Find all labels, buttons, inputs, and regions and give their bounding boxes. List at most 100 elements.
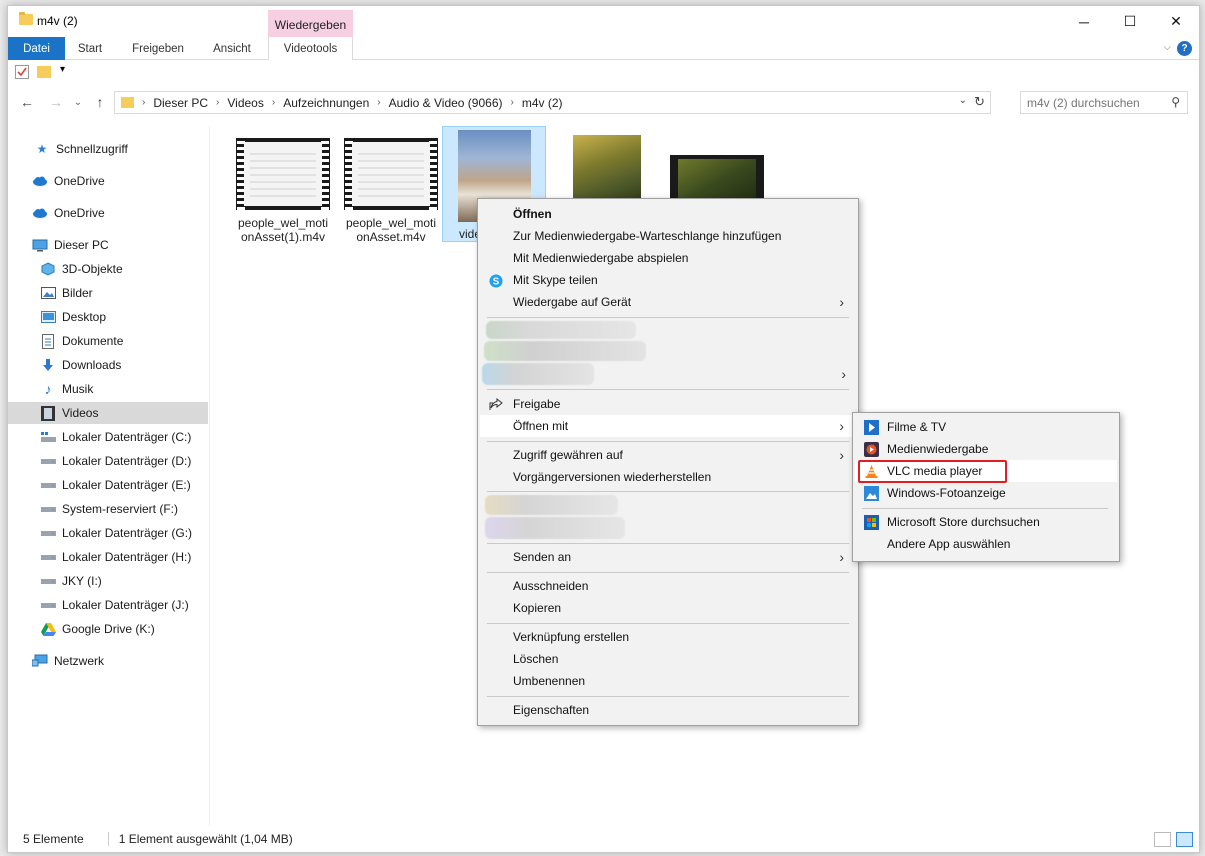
submenu-item-photo-viewer[interactable]: Windows-Fotoanzeige [855, 482, 1117, 504]
context-tab-header: Wiedergeben [268, 10, 353, 39]
chevron-right-icon: › [839, 294, 844, 310]
context-menu: Öffnen Zur Medienwiedergabe-Warteschlang… [477, 198, 859, 726]
chevron-right-icon: › [841, 366, 846, 382]
submenu-item-store[interactable]: Microsoft Store durchsuchen [855, 511, 1117, 533]
highlight-box [858, 460, 1007, 483]
menu-item-restore[interactable]: Vorgängerversionen wiederherstellen [480, 466, 856, 488]
file-name: people_wel_moti [345, 216, 437, 230]
breadcrumb-item[interactable]: Audio & Video (9066) [389, 96, 503, 110]
menu-item-open[interactable]: Öffnen [480, 203, 856, 225]
sidebar-item-netzwerk[interactable]: Netzwerk [8, 650, 208, 672]
forward-arrow-icon[interactable]: → [47, 93, 65, 111]
customize-toolbar-icon[interactable]: ▾ [60, 64, 74, 78]
google-drive-icon [40, 622, 56, 636]
sidebar-item-onedrive-2[interactable]: OneDrive [8, 202, 208, 224]
submenu-item-media-player[interactable]: Medienwiedergabe [855, 438, 1117, 460]
sidebar-item-drive-h[interactable]: Lokaler Datenträger (H:) [8, 546, 208, 568]
sidebar-item-drive-c[interactable]: Lokaler Datenträger (C:) [8, 426, 208, 448]
search-icon: ⚲ [1171, 95, 1180, 109]
sidebar-item-downloads[interactable]: Downloads [8, 354, 208, 376]
sidebar-item-drive-d[interactable]: Lokaler Datenträger (D:) [8, 450, 208, 472]
menu-item-properties[interactable]: Eigenschaften [480, 699, 856, 721]
tab-videotools[interactable]: Videotools [268, 37, 353, 60]
video-icon [40, 405, 56, 421]
menu-item-open-with[interactable]: Öffnen mit › [480, 415, 856, 437]
sidebar-item-drive-i[interactable]: JKY (I:) [8, 570, 208, 592]
help-button[interactable]: ? [1177, 41, 1192, 56]
details-view-icon[interactable] [1154, 832, 1171, 847]
menu-item-delete[interactable]: Löschen [480, 648, 856, 670]
menu-item-copy[interactable]: Kopieren [480, 597, 856, 619]
quick-access-toolbar: ▾ [8, 61, 1199, 85]
file-name: onAsset(1).m4v [240, 230, 326, 244]
sidebar-item-drive-e[interactable]: Lokaler Datenträger (E:) [8, 474, 208, 496]
address-bar[interactable]: › Dieser PC › Videos › Aufzeichnungen › … [114, 91, 991, 114]
menu-item-add-queue[interactable]: Zur Medienwiedergabe-Warteschlange hinzu… [480, 225, 856, 247]
chevron-down-icon[interactable]: ⌄ [959, 95, 967, 106]
video-thumbnail[interactable] [573, 135, 641, 205]
sidebar-item-videos[interactable]: Videos [8, 402, 208, 424]
cloud-icon [32, 174, 48, 188]
menu-item-skype[interactable]: S Mit Skype teilen [480, 269, 856, 291]
music-icon: ♪ [44, 381, 52, 397]
chevron-right-icon: › [839, 418, 844, 434]
sidebar-item-onedrive[interactable]: OneDrive [8, 170, 208, 192]
sidebar-item-3d-objekte[interactable]: 3D-Objekte [8, 258, 208, 280]
sidebar-item-dieser-pc[interactable]: Dieser PC [8, 234, 208, 256]
menu-item-share[interactable]: Freigabe [480, 393, 856, 415]
maximize-button[interactable]: ☐ [1107, 6, 1153, 37]
sidebar-item-google-drive[interactable]: Google Drive (K:) [8, 618, 208, 640]
chevron-down-icon[interactable]: ⌵ [1163, 42, 1171, 53]
sidebar-item-bilder[interactable]: Bilder [8, 282, 208, 304]
breadcrumb-item[interactable]: Videos [227, 96, 263, 110]
close-button[interactable]: ✕ [1153, 6, 1199, 37]
breadcrumb-item[interactable]: Aufzeichnungen [283, 96, 369, 110]
recent-locations-icon[interactable]: ⌄ [69, 93, 87, 111]
menu-item-play-media[interactable]: Mit Medienwiedergabe abspielen [480, 247, 856, 269]
large-icons-view-icon[interactable] [1176, 832, 1193, 847]
sidebar-item-desktop[interactable]: Desktop [8, 306, 208, 328]
menu-item-create-shortcut[interactable]: Verknüpfung erstellen [480, 626, 856, 648]
search-input[interactable] [1027, 95, 1167, 110]
menu-item-give-access[interactable]: Zugriff gewähren auf › [480, 444, 856, 466]
sidebar-item-drive-g[interactable]: Lokaler Datenträger (G:) [8, 522, 208, 544]
folder-icon [19, 12, 33, 25]
properties-icon[interactable] [15, 65, 29, 79]
menu-item-cut[interactable]: Ausschneiden [480, 575, 856, 597]
sidebar-item-musik[interactable]: ♪ Musik [8, 378, 208, 400]
file-item[interactable]: people_wel_moti onAsset.m4v [339, 134, 443, 244]
tab-ansicht[interactable]: Ansicht [201, 37, 263, 60]
sidebar-item-drive-f[interactable]: System-reserviert (F:) [8, 498, 208, 520]
menu-item-cast[interactable]: Wiedergabe auf Gerät › [480, 291, 856, 313]
file-item[interactable]: people_wel_moti onAsset(1).m4v [231, 134, 335, 244]
breadcrumb-item[interactable]: m4v (2) [522, 96, 563, 110]
blurred-menu-item [484, 341, 646, 361]
submenu-item-films-tv[interactable]: Filme & TV [855, 416, 1117, 438]
menu-item-rename[interactable]: Umbenennen [480, 670, 856, 692]
cloud-icon [32, 206, 48, 220]
address-row: ← → ⌄ ↑ › Dieser PC › Videos › Aufzeichn… [8, 88, 1199, 118]
video-thumbnail [236, 138, 330, 210]
tab-start[interactable]: Start [65, 37, 115, 60]
submenu-item-other-app[interactable]: Andere App auswählen [855, 533, 1117, 555]
tab-datei[interactable]: Datei [8, 37, 65, 60]
drive-icon [40, 454, 56, 468]
skype-icon: S [488, 273, 503, 288]
store-icon [864, 515, 879, 530]
up-arrow-icon[interactable]: ↑ [91, 93, 109, 111]
breadcrumb-item[interactable]: Dieser PC [153, 96, 208, 110]
menu-item-send-to[interactable]: Senden an › [480, 546, 856, 568]
minimize-button[interactable]: ─ [1061, 6, 1107, 37]
back-arrow-icon[interactable]: ← [18, 93, 36, 111]
sidebar-item-dokumente[interactable]: Dokumente [8, 330, 208, 352]
new-folder-icon[interactable] [37, 66, 51, 78]
tab-freigeben[interactable]: Freigeben [120, 37, 196, 60]
sidebar-item-schnellzugriff[interactable]: ★ Schnellzugriff [8, 138, 208, 160]
share-icon [488, 397, 503, 412]
sidebar-item-drive-j[interactable]: Lokaler Datenträger (J:) [8, 594, 208, 616]
search-box[interactable]: ⚲ [1020, 91, 1188, 114]
blurred-menu-item [485, 495, 618, 515]
selection-info: 1 Element ausgewählt (1,04 MB) [107, 832, 293, 846]
refresh-icon[interactable]: ↻ [974, 94, 985, 110]
navigation-pane: ★ Schnellzugriff OneDrive OneDrive Diese… [8, 126, 210, 826]
